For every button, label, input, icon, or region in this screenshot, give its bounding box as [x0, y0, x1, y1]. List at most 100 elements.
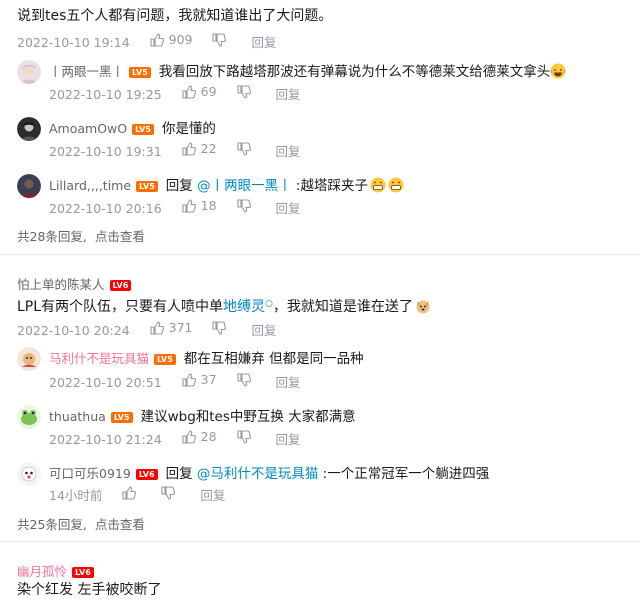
thumbs-up-icon [182, 373, 196, 387]
thumbs-down-icon [236, 430, 251, 444]
dislike-button[interactable] [236, 430, 256, 444]
divider [0, 254, 640, 255]
thumbs-down-icon [236, 199, 251, 213]
reply-text: 回复 @丨两眼一黑丨 :越塔踩夹子 [166, 176, 404, 196]
thumbs-up-icon [150, 321, 164, 335]
dislike-button[interactable] [236, 199, 256, 213]
reply-meta: 14小时前 回复 [49, 486, 241, 504]
reply-count: 共28条回复, [17, 229, 87, 244]
thumbs-down-icon [236, 142, 251, 156]
reply-meta: 2022-10-10 20:16 18 回复 [49, 198, 317, 217]
reply-summary: 共25条回复, 点击查看 [17, 514, 153, 533]
thumbs-down-icon [212, 33, 227, 47]
thumbs-up-icon [182, 430, 196, 444]
avatar[interactable] [17, 174, 41, 198]
sub-reply: 可口可乐0919 LV6 回复 @马利什不是玩具猫 :一个正常冠军一个躺进四强 [17, 462, 489, 486]
like-count: 22 [200, 141, 217, 156]
laugh-cry-emoji-icon [550, 63, 566, 79]
search-link[interactable]: 地缚灵 [223, 299, 265, 315]
reply-button[interactable]: 回复 [276, 144, 301, 160]
comment-meta: 2022-10-10 19:14 909 回复 [17, 32, 292, 51]
thumbs-down-icon [212, 321, 227, 335]
like-button[interactable]: 22 [182, 141, 217, 157]
thumbs-up-icon [182, 142, 196, 156]
comment-text: LPL有两个队伍，只要有人喷中单地缚灵○，我就知道是谁在送了 [17, 294, 431, 317]
avatar[interactable] [17, 60, 41, 84]
reply-button[interactable]: 回复 [200, 488, 225, 504]
comment-meta: 2022-10-10 20:24 371 回复 [17, 320, 292, 339]
divider [0, 541, 640, 542]
comment-time: 2022-10-10 19:14 [17, 35, 130, 50]
level-badge: LV5 [129, 66, 151, 78]
reply-username[interactable]: thuathua [49, 409, 106, 425]
reply-time: 2022-10-10 20:51 [49, 375, 162, 390]
level-badge: LV5 [110, 411, 133, 423]
level-badge: LV6 [109, 280, 132, 291]
reply-button[interactable]: 回复 [276, 375, 301, 391]
mention-link[interactable]: @马利什不是玩具猫 [197, 466, 319, 482]
reply-button[interactable]: 回复 [276, 87, 301, 103]
reply-text: 回复 @马利什不是玩具猫 :一个正常冠军一个躺进四强 [165, 466, 490, 482]
dislike-button[interactable] [236, 373, 256, 387]
like-button[interactable]: 28 [182, 429, 217, 445]
view-all-link[interactable]: 点击查看 [95, 229, 145, 244]
thumbs-up-icon [122, 486, 137, 500]
reply-time: 2022-10-10 19:25 [49, 87, 162, 102]
reply-time: 2022-10-10 20:16 [49, 201, 162, 216]
thumbs-up-icon [182, 85, 196, 99]
mention-link[interactable]: @丨两眼一黑丨 [197, 178, 292, 194]
like-count: 909 [168, 32, 193, 47]
sub-reply: AmoamOwO LV5 你是懂的 [17, 117, 216, 141]
view-all-link[interactable]: 点击查看 [95, 517, 145, 532]
avatar[interactable] [17, 405, 41, 429]
like-count: 28 [200, 429, 217, 444]
like-count: 69 [200, 84, 217, 99]
dislike-button[interactable] [212, 33, 231, 47]
reply-button[interactable]: 回复 [276, 432, 301, 448]
reply-meta: 2022-10-10 21:24 28 回复 [49, 429, 317, 448]
reply-meta: 2022-10-10 19:25 69 回复 [49, 84, 317, 103]
reply-summary: 共28条回复, 点击查看 [17, 226, 153, 245]
like-count: 37 [200, 372, 217, 387]
comment-username[interactable]: 幽月孤怜 [17, 564, 67, 579]
reply-button[interactable]: 回复 [251, 35, 276, 51]
thumbs-up-icon [182, 199, 196, 213]
search-link-icon: ○ [265, 299, 273, 309]
reply-username[interactable]: Lillard,,,,time [49, 178, 131, 194]
thumbs-down-icon [161, 486, 176, 500]
reply-username[interactable]: 可口可乐0919 [49, 466, 131, 482]
reply-username[interactable]: 马利什不是玩具猫 [49, 351, 149, 367]
like-button[interactable]: 37 [182, 372, 217, 388]
like-count: 18 [200, 198, 217, 213]
dislike-button[interactable] [212, 321, 231, 335]
level-badge: LV6 [135, 468, 158, 480]
avatar[interactable] [17, 347, 41, 371]
comment-header: 幽月孤怜 LV6 [17, 561, 94, 580]
avatar[interactable] [17, 117, 41, 141]
reply-text: 建议wbg和tes中野互换 大家都满意 [140, 409, 356, 425]
comment-username[interactable]: 怕上单的陈某人 [17, 277, 105, 292]
dislike-button[interactable] [236, 142, 256, 156]
sub-reply: Lillard,,,,time LV5 回复 @丨两眼一黑丨 :越塔踩夹子 [17, 174, 404, 198]
thumbs-up-icon [150, 33, 164, 47]
reply-username[interactable]: 丨两眼一黑丨 [49, 64, 124, 80]
level-badge: LV5 [136, 180, 158, 192]
like-button[interactable]: 371 [150, 320, 192, 336]
like-button[interactable] [122, 486, 141, 500]
avatar[interactable] [17, 462, 41, 486]
like-button[interactable]: 18 [182, 198, 217, 214]
reply-count: 共25条回复, [17, 517, 87, 532]
reply-username[interactable]: AmoamOwO [49, 121, 127, 137]
comment-header: 怕上单的陈某人 LV6 [17, 274, 132, 293]
reply-button[interactable]: 回复 [251, 323, 276, 339]
dislike-button[interactable] [161, 486, 180, 500]
reply-text: 我看回放下路越塔那波还有弹幕说为什么不等德莱文给德莱文拿头 [159, 62, 567, 82]
reply-time: 2022-10-10 19:31 [49, 144, 162, 159]
grin-emoji-icon [370, 177, 386, 193]
like-button[interactable]: 909 [150, 32, 193, 48]
like-button[interactable]: 69 [182, 84, 217, 100]
dislike-button[interactable] [236, 85, 256, 99]
reply-button[interactable]: 回复 [276, 201, 301, 217]
sub-reply: 丨两眼一黑丨 LV5 我看回放下路越塔那波还有弹幕说为什么不等德莱文给德莱文拿头 [17, 60, 566, 84]
thumbs-down-icon [236, 373, 251, 387]
